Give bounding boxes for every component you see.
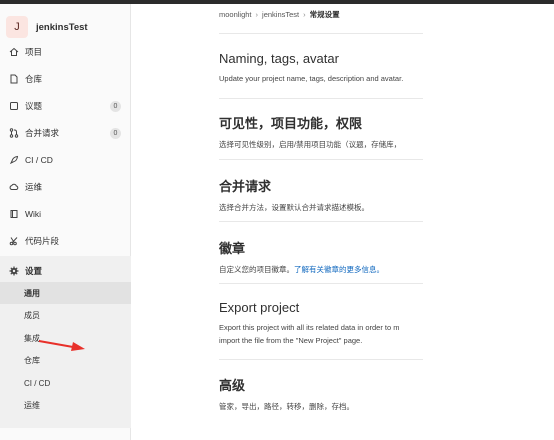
sidebar-item-label: 议题 xyxy=(25,101,43,111)
sidebar-item-label: CI / CD xyxy=(25,155,53,165)
section-naming: Naming, tags, avatar Update your project… xyxy=(219,51,519,85)
sidebar-item-settings[interactable]: 设置 xyxy=(0,260,131,282)
breadcrumb: moonlight › jenkinsTest › 常规设置 xyxy=(219,9,340,20)
home-icon xyxy=(9,47,19,57)
breadcrumb-group[interactable]: moonlight xyxy=(219,10,252,19)
snippet-icon xyxy=(9,236,19,246)
section-description: 管家，导出，路径，转移，删除，存档。 xyxy=(219,402,354,411)
settings-sub-label: 成员 xyxy=(24,310,40,320)
sidebar-item-label: Wiki xyxy=(25,209,42,219)
cloud-icon xyxy=(9,182,19,192)
sidebar-item-issues[interactable]: 议题 0 xyxy=(0,95,131,117)
sidebar-item-merge-requests[interactable]: 合并请求 0 xyxy=(0,122,131,144)
settings-sub-label: 运维 xyxy=(24,400,40,410)
settings-sub-ci-cd[interactable]: CI / CD xyxy=(0,372,131,394)
section-title: Export project xyxy=(219,300,300,315)
merge-request-icon xyxy=(9,128,19,138)
settings-sub-label: CI / CD xyxy=(24,378,51,388)
sidebar-item-operations[interactable]: 运维 xyxy=(0,176,131,198)
issues-count-badge: 0 xyxy=(110,100,121,112)
sidebar-item-label: 设置 xyxy=(25,266,43,276)
issues-icon xyxy=(9,101,19,111)
section-title: 合并请求 xyxy=(219,179,272,194)
header-divider xyxy=(219,33,423,34)
badges-learn-more-link[interactable]: 了解有关徽章的更多信息。 xyxy=(294,265,384,274)
sidebar-item-label: 仓库 xyxy=(25,74,43,84)
gear-icon xyxy=(9,266,19,276)
section-divider xyxy=(219,221,423,222)
sidebar-item-label: 项目 xyxy=(25,47,43,57)
sidebar-item-repository[interactable]: 仓库 xyxy=(0,68,131,90)
sidebar-item-project[interactable]: 项目 xyxy=(0,41,131,63)
section-description: 选择合并方法，设置默认合并请求描述模板。 xyxy=(219,203,369,212)
section-title: 可见性，项目功能，权限 xyxy=(219,116,363,131)
settings-sub-members[interactable]: 成员 xyxy=(0,304,131,326)
section-description: 自定义您的项目徽章。了解有关徽章的更多信息。 xyxy=(219,263,519,276)
section-export: Export project Export this project with … xyxy=(219,300,519,347)
section-title: 徽章 xyxy=(219,241,246,256)
settings-sub-label: 通用 xyxy=(24,288,40,298)
sidebar-item-snippets[interactable]: 代码片段 xyxy=(0,230,131,252)
project-avatar: J xyxy=(6,16,28,38)
sidebar-item-label: 代码片段 xyxy=(25,236,60,246)
sidebar-item-label: 运维 xyxy=(25,182,43,192)
breadcrumb-project[interactable]: jenkinsTest xyxy=(262,10,299,19)
merge-requests-count-badge: 0 xyxy=(110,127,121,139)
section-title: Naming, tags, avatar xyxy=(219,51,339,66)
section-divider xyxy=(219,359,423,360)
breadcrumb-separator: › xyxy=(255,10,259,19)
export-description-line-2: import the file from the "New Project" p… xyxy=(219,336,363,345)
doc-icon xyxy=(9,74,19,84)
sidebar-item-label: 合并请求 xyxy=(25,128,60,138)
section-visibility: 可见性，项目功能，权限 选择可见性级别，启用/禁用项目功能（议题，存储库， xyxy=(219,113,519,151)
sidebar-item-ci-cd[interactable]: CI / CD xyxy=(0,149,131,171)
book-icon xyxy=(9,209,19,219)
section-description: 选择可见性级别，启用/禁用项目功能（议题，存储库， xyxy=(219,140,402,149)
breadcrumb-current: 常规设置 xyxy=(309,10,340,19)
export-description-line-1: Export this project with all its related… xyxy=(219,323,400,332)
project-name: jenkinsTest xyxy=(36,21,88,33)
breadcrumb-separator: › xyxy=(303,10,306,19)
section-title: 高级 xyxy=(219,378,246,393)
sidebar: J jenkinsTest 项目 仓库 议题 0 合并请求 0 CI / CD xyxy=(0,4,131,440)
badges-description: 自定义您的项目徽章。 xyxy=(219,265,294,274)
settings-sub-operations[interactable]: 运维 xyxy=(0,394,131,416)
section-description: Update your project name, tags, descript… xyxy=(219,74,404,83)
section-description: Export this project with all its related… xyxy=(219,321,519,347)
section-divider xyxy=(219,159,423,160)
sidebar-item-wiki[interactable]: Wiki xyxy=(0,203,131,225)
section-advanced: 高级 管家，导出，路径，转移，删除，存档。 xyxy=(219,375,519,413)
section-merge-requests: 合并请求 选择合并方法，设置默认合并请求描述模板。 xyxy=(219,176,519,214)
annotation-arrow xyxy=(38,340,85,351)
settings-sub-label: 仓库 xyxy=(24,355,40,365)
project-header[interactable]: J jenkinsTest xyxy=(6,14,88,40)
section-badges: 徽章 自定义您的项目徽章。了解有关徽章的更多信息。 xyxy=(219,238,519,276)
rocket-icon xyxy=(9,155,19,165)
settings-sub-general[interactable]: 通用 xyxy=(0,282,131,304)
section-divider xyxy=(219,283,423,284)
section-divider xyxy=(219,98,423,99)
